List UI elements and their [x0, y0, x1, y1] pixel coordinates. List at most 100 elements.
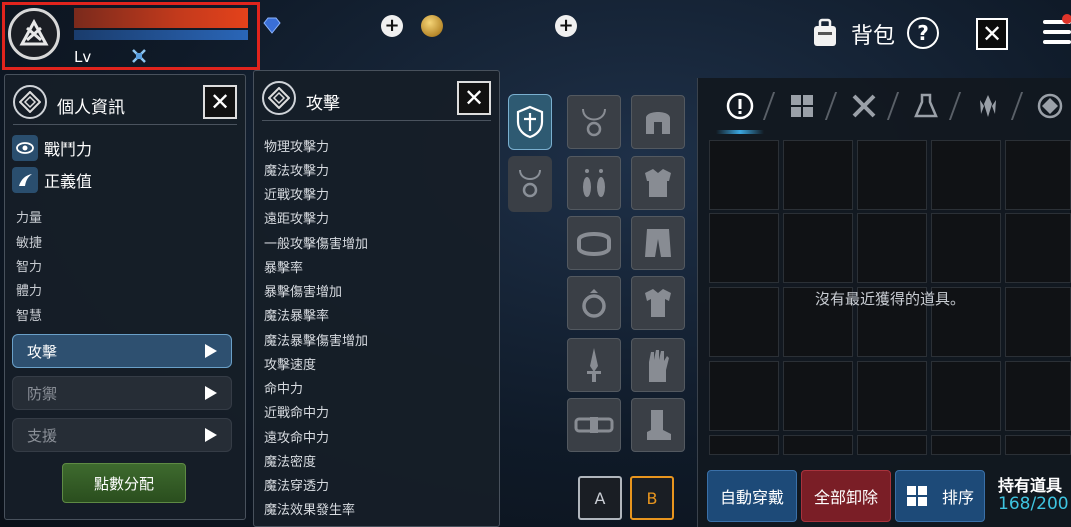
- preset-a-button[interactable]: A: [578, 476, 622, 520]
- shirt-icon: [645, 289, 671, 317]
- inventory-slot[interactable]: [857, 435, 927, 455]
- attr-wisdom: 智慧: [16, 309, 43, 324]
- inventory-slot[interactable]: [931, 361, 1001, 431]
- gold-currency-icon: [421, 15, 443, 37]
- inventory-slot[interactable]: [857, 213, 927, 283]
- inventory-slot[interactable]: [931, 213, 1001, 283]
- tab-support[interactable]: 支援: [12, 418, 232, 452]
- panel-header: 攻擊 ✕: [262, 79, 491, 121]
- earrings-icon: [583, 169, 605, 197]
- hp-bar: [74, 8, 248, 28]
- attr-strength: 力量: [16, 211, 43, 226]
- attack-stat-item: 近戰命中力: [264, 406, 330, 421]
- character-avatar[interactable]: [8, 8, 60, 60]
- inventory-slot[interactable]: [1005, 361, 1071, 431]
- notification-dot: [1062, 14, 1071, 24]
- inventory-slot[interactable]: [857, 361, 927, 431]
- attack-emblem-icon: [262, 81, 296, 115]
- attr-agility: 敏捷: [16, 236, 43, 251]
- inventory-slot[interactable]: [783, 361, 853, 431]
- close-info-panel-button[interactable]: ✕: [203, 85, 237, 119]
- attack-stat-item: 命中力: [264, 382, 304, 397]
- equipment-weapon-tab[interactable]: [508, 94, 552, 150]
- tab-weapons[interactable]: [848, 90, 880, 122]
- unequip-all-button[interactable]: 全部卸除: [801, 470, 891, 522]
- inventory-slot[interactable]: [1005, 140, 1071, 210]
- inventory-slot[interactable]: [709, 361, 779, 431]
- close-bag-button[interactable]: ✕: [976, 18, 1008, 50]
- inventory-slot[interactable]: [709, 140, 779, 210]
- inventory-slot[interactable]: [709, 435, 779, 455]
- inventory-slot[interactable]: [709, 213, 779, 283]
- tab-all[interactable]: [786, 90, 818, 122]
- inventory-slot[interactable]: [1005, 287, 1071, 357]
- preset-b-button[interactable]: B: [630, 476, 674, 520]
- combat-power-row: 戰鬥力: [12, 134, 92, 162]
- tab-materials[interactable]: [972, 90, 1004, 122]
- attr-vitality: 體力: [16, 284, 43, 299]
- slot-ring[interactable]: [567, 276, 621, 330]
- slot-pants[interactable]: [631, 216, 685, 270]
- dagger-icon: [587, 348, 601, 382]
- inventory-slot[interactable]: [783, 140, 853, 210]
- diamond-currency-icon: [263, 17, 281, 34]
- tab-attack[interactable]: 攻擊: [12, 334, 232, 368]
- attack-stat-item: 魔法暴擊傷害增加: [264, 334, 369, 349]
- attack-stat-item: 物理攻擊力: [264, 140, 330, 155]
- slot-armor[interactable]: [631, 156, 685, 210]
- auto-equip-button[interactable]: 自動穿戴: [707, 470, 797, 522]
- sort-button[interactable]: 排序: [895, 470, 985, 522]
- class-emblem-icon: [19, 18, 49, 46]
- justice-label: 正義值: [44, 172, 93, 191]
- add-gold-button[interactable]: +: [555, 15, 577, 37]
- tab-etc[interactable]: [1034, 90, 1066, 122]
- tab-consumables[interactable]: [910, 90, 942, 122]
- panel-title: 個人資訊: [57, 98, 125, 118]
- slot-boots[interactable]: [631, 398, 685, 452]
- attack-stat-item: 遠距攻擊力: [264, 212, 330, 227]
- attack-stat-item: 一般攻擊傷害增加: [264, 237, 369, 252]
- armor-icon: [645, 169, 671, 197]
- slot-earrings[interactable]: [567, 156, 621, 210]
- emblem-icon: [1037, 93, 1063, 119]
- inventory-slot[interactable]: [783, 213, 853, 283]
- close-attack-panel-button[interactable]: ✕: [457, 81, 491, 115]
- inventory-slot[interactable]: [1005, 435, 1071, 455]
- slot-shirt[interactable]: [631, 276, 685, 330]
- mp-bar: [74, 30, 248, 40]
- crossed-swords-icon: [852, 94, 876, 118]
- add-diamond-button[interactable]: +: [381, 15, 403, 37]
- slot-belt[interactable]: [567, 216, 621, 270]
- sort-label: 排序: [941, 488, 974, 507]
- play-arrow-icon: [205, 428, 217, 442]
- tab-defense-label: 防禦: [27, 384, 58, 403]
- grid-icon: [791, 95, 813, 117]
- inventory-slot[interactable]: [857, 140, 927, 210]
- necklace-icon: [519, 169, 541, 198]
- gloves-icon: [649, 350, 669, 382]
- empty-inventory-message: 沒有最近獲得的道具。: [815, 290, 966, 308]
- inventory-slot[interactable]: [931, 435, 1001, 455]
- tab-recent[interactable]: [724, 90, 756, 122]
- bag-icon: [814, 18, 836, 46]
- slot-weapon[interactable]: [567, 338, 621, 392]
- exclamation-icon: [726, 92, 754, 120]
- attack-stats-panel: 攻擊 ✕ 物理攻擊力 魔法攻擊力 近戰攻擊力 遠距攻擊力 一般攻擊傷害增加 暴擊…: [253, 70, 500, 527]
- inventory-slot[interactable]: [783, 435, 853, 455]
- inventory-slot[interactable]: [1005, 213, 1071, 283]
- tab-attack-label: 攻擊: [27, 342, 58, 361]
- equipment-accessory-tab[interactable]: [508, 156, 552, 212]
- slot-helmet[interactable]: [631, 95, 685, 149]
- inventory-slot[interactable]: [931, 140, 1001, 210]
- slot-gloves[interactable]: [631, 338, 685, 392]
- attack-stat-item: 近戰攻擊力: [264, 188, 330, 203]
- inventory-slot[interactable]: [709, 287, 779, 357]
- allocate-points-button[interactable]: 點數分配: [62, 463, 186, 503]
- slot-necklace[interactable]: [567, 95, 621, 149]
- attack-stat-item: 遠攻命中力: [264, 431, 330, 446]
- help-button[interactable]: ?: [907, 17, 939, 49]
- attack-stat-item: 暴擊率: [264, 261, 304, 276]
- slot-bracelet[interactable]: [567, 398, 621, 452]
- attack-stat-item: 魔法效果發生率: [264, 503, 356, 518]
- tab-defense[interactable]: 防禦: [12, 376, 232, 410]
